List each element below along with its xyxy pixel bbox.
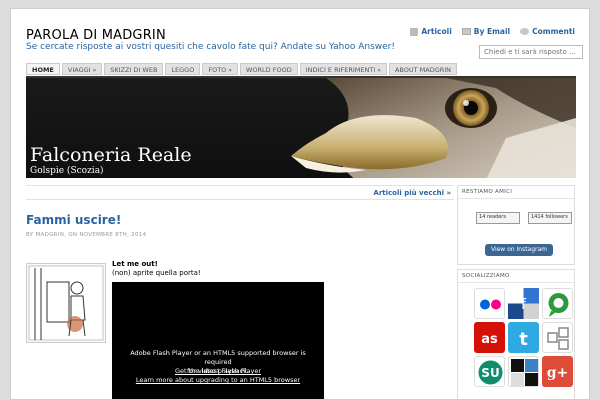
nav-foto-label: FOTO [208,66,227,74]
followers-count: 1414 [531,214,544,220]
diigo-icon[interactable] [542,322,573,353]
nav-viaggi-label: VIAGGI [67,66,91,74]
get-flash-link[interactable]: Get the latest Flash Player [112,367,324,375]
social-widget: SOCIALIZZIAMO f as t SU g+ [457,269,575,399]
instagram-button[interactable]: View on Instagram [485,244,553,256]
site-title[interactable]: PAROLA DI MADGRIN [26,28,166,43]
svg-text:SU: SU [481,366,499,380]
older-posts-link[interactable]: Articoli più vecchi » [26,185,454,200]
delicious-icon[interactable]: f [508,288,539,319]
svg-text:as: as [481,332,498,347]
post-line-2: (non) aprite quella porta! [112,269,201,277]
nav-home[interactable]: HOME [26,63,60,75]
header-banner: Falconeria Reale Golspie (Scozia) [26,76,576,178]
post-image[interactable] [26,263,106,343]
post-meta: BY MADGRIN, ON NOVEMBRE 8TH, 2014 [26,232,147,238]
svg-text:t: t [519,329,528,350]
nav-home-label: HOME [32,66,54,74]
articles-feed-label: Articoli [421,27,452,36]
nav-about[interactable]: ABOUT MADGRIN [388,63,458,75]
readers-count: 14 [479,214,486,220]
rss-icon [410,27,419,36]
site-description: Se cercate risposte ai vostri quesiti ch… [26,42,395,52]
post-title[interactable]: Fammi uscire! [26,213,121,227]
digg-icon[interactable] [508,356,539,387]
nav-viaggi[interactable]: VIAGGI» [61,63,103,75]
comments-feed-link[interactable]: Commenti [520,27,575,36]
nav-leggo[interactable]: LEGGO [165,63,201,75]
nav-foto[interactable]: FOTO» [202,63,238,75]
page-container: PAROLA DI MADGRIN Se cercate risposte ai… [10,8,590,400]
comments-feed-label: Commenti [532,27,575,36]
svg-text:g+: g+ [547,365,569,381]
by-email-link[interactable]: By Email [461,27,511,36]
twitter-followers-badge[interactable]: 1414 followers [528,212,572,224]
feedburner-readers-badge[interactable]: 14 readers [476,212,520,224]
top-links: Articoli By Email Commenti [410,27,575,36]
video-player[interactable]: Adobe Flash Player or an HTML5 supported… [112,282,324,399]
chevron-down-icon: » [92,67,97,74]
nav-leggo-label: LEGGO [171,66,195,74]
search-input[interactable] [479,45,583,59]
email-icon [461,28,471,35]
followers-label: followers [545,214,568,220]
flash-message-1: Adobe Flash Player or an HTML5 supported… [130,349,306,366]
nav-world-food[interactable]: WORLD FOOD [239,63,298,75]
main-nav: HOME VIAGGI» SKIZZI DI WEB LEGGO FOTO» W… [26,63,458,75]
nav-world-food-label: WORLD FOOD [245,66,292,74]
lastfm-icon[interactable]: as [474,322,505,353]
technorati-icon[interactable] [542,288,573,319]
nav-link[interactable]: INDICI E RIFERIMENTI» [299,63,387,75]
comic-drawing [28,265,104,341]
articles-feed-link[interactable]: Articoli [410,27,452,36]
nav-about-label: ABOUT MADGRIN [394,66,452,74]
google-plus-icon[interactable]: g+ [542,356,573,387]
stumbleupon-icon[interactable]: SU [474,356,505,387]
friends-widget: RESTIAMO AMICI 14 readers 1414 followers… [457,185,575,265]
flickr-icon[interactable] [474,288,505,319]
comment-icon [520,28,530,35]
post-line-1: Let me out! [112,260,158,268]
header-title: Falconeria Reale [30,144,192,166]
chevron-down-icon: » [228,67,232,74]
chevron-down-icon: » [377,67,381,74]
by-email-label: By Email [473,27,511,36]
html5-upgrade-link[interactable]: Learn more about upgrading to an HTML5 b… [112,376,324,384]
social-widget-title: SOCIALIZZIAMO [458,270,574,283]
nav-link-label: INDICI E RIFERIMENTI [305,66,376,74]
nav-skizzi-label: SKIZZI DI WEB [110,66,158,74]
friends-widget-title: RESTIAMO AMICI [458,186,574,199]
nav-skizzi[interactable]: SKIZZI DI WEB [104,63,164,75]
header-subtitle: Golspie (Scozia) [30,166,104,176]
twitter-icon[interactable]: t [508,322,539,353]
readers-label: readers [486,214,506,220]
